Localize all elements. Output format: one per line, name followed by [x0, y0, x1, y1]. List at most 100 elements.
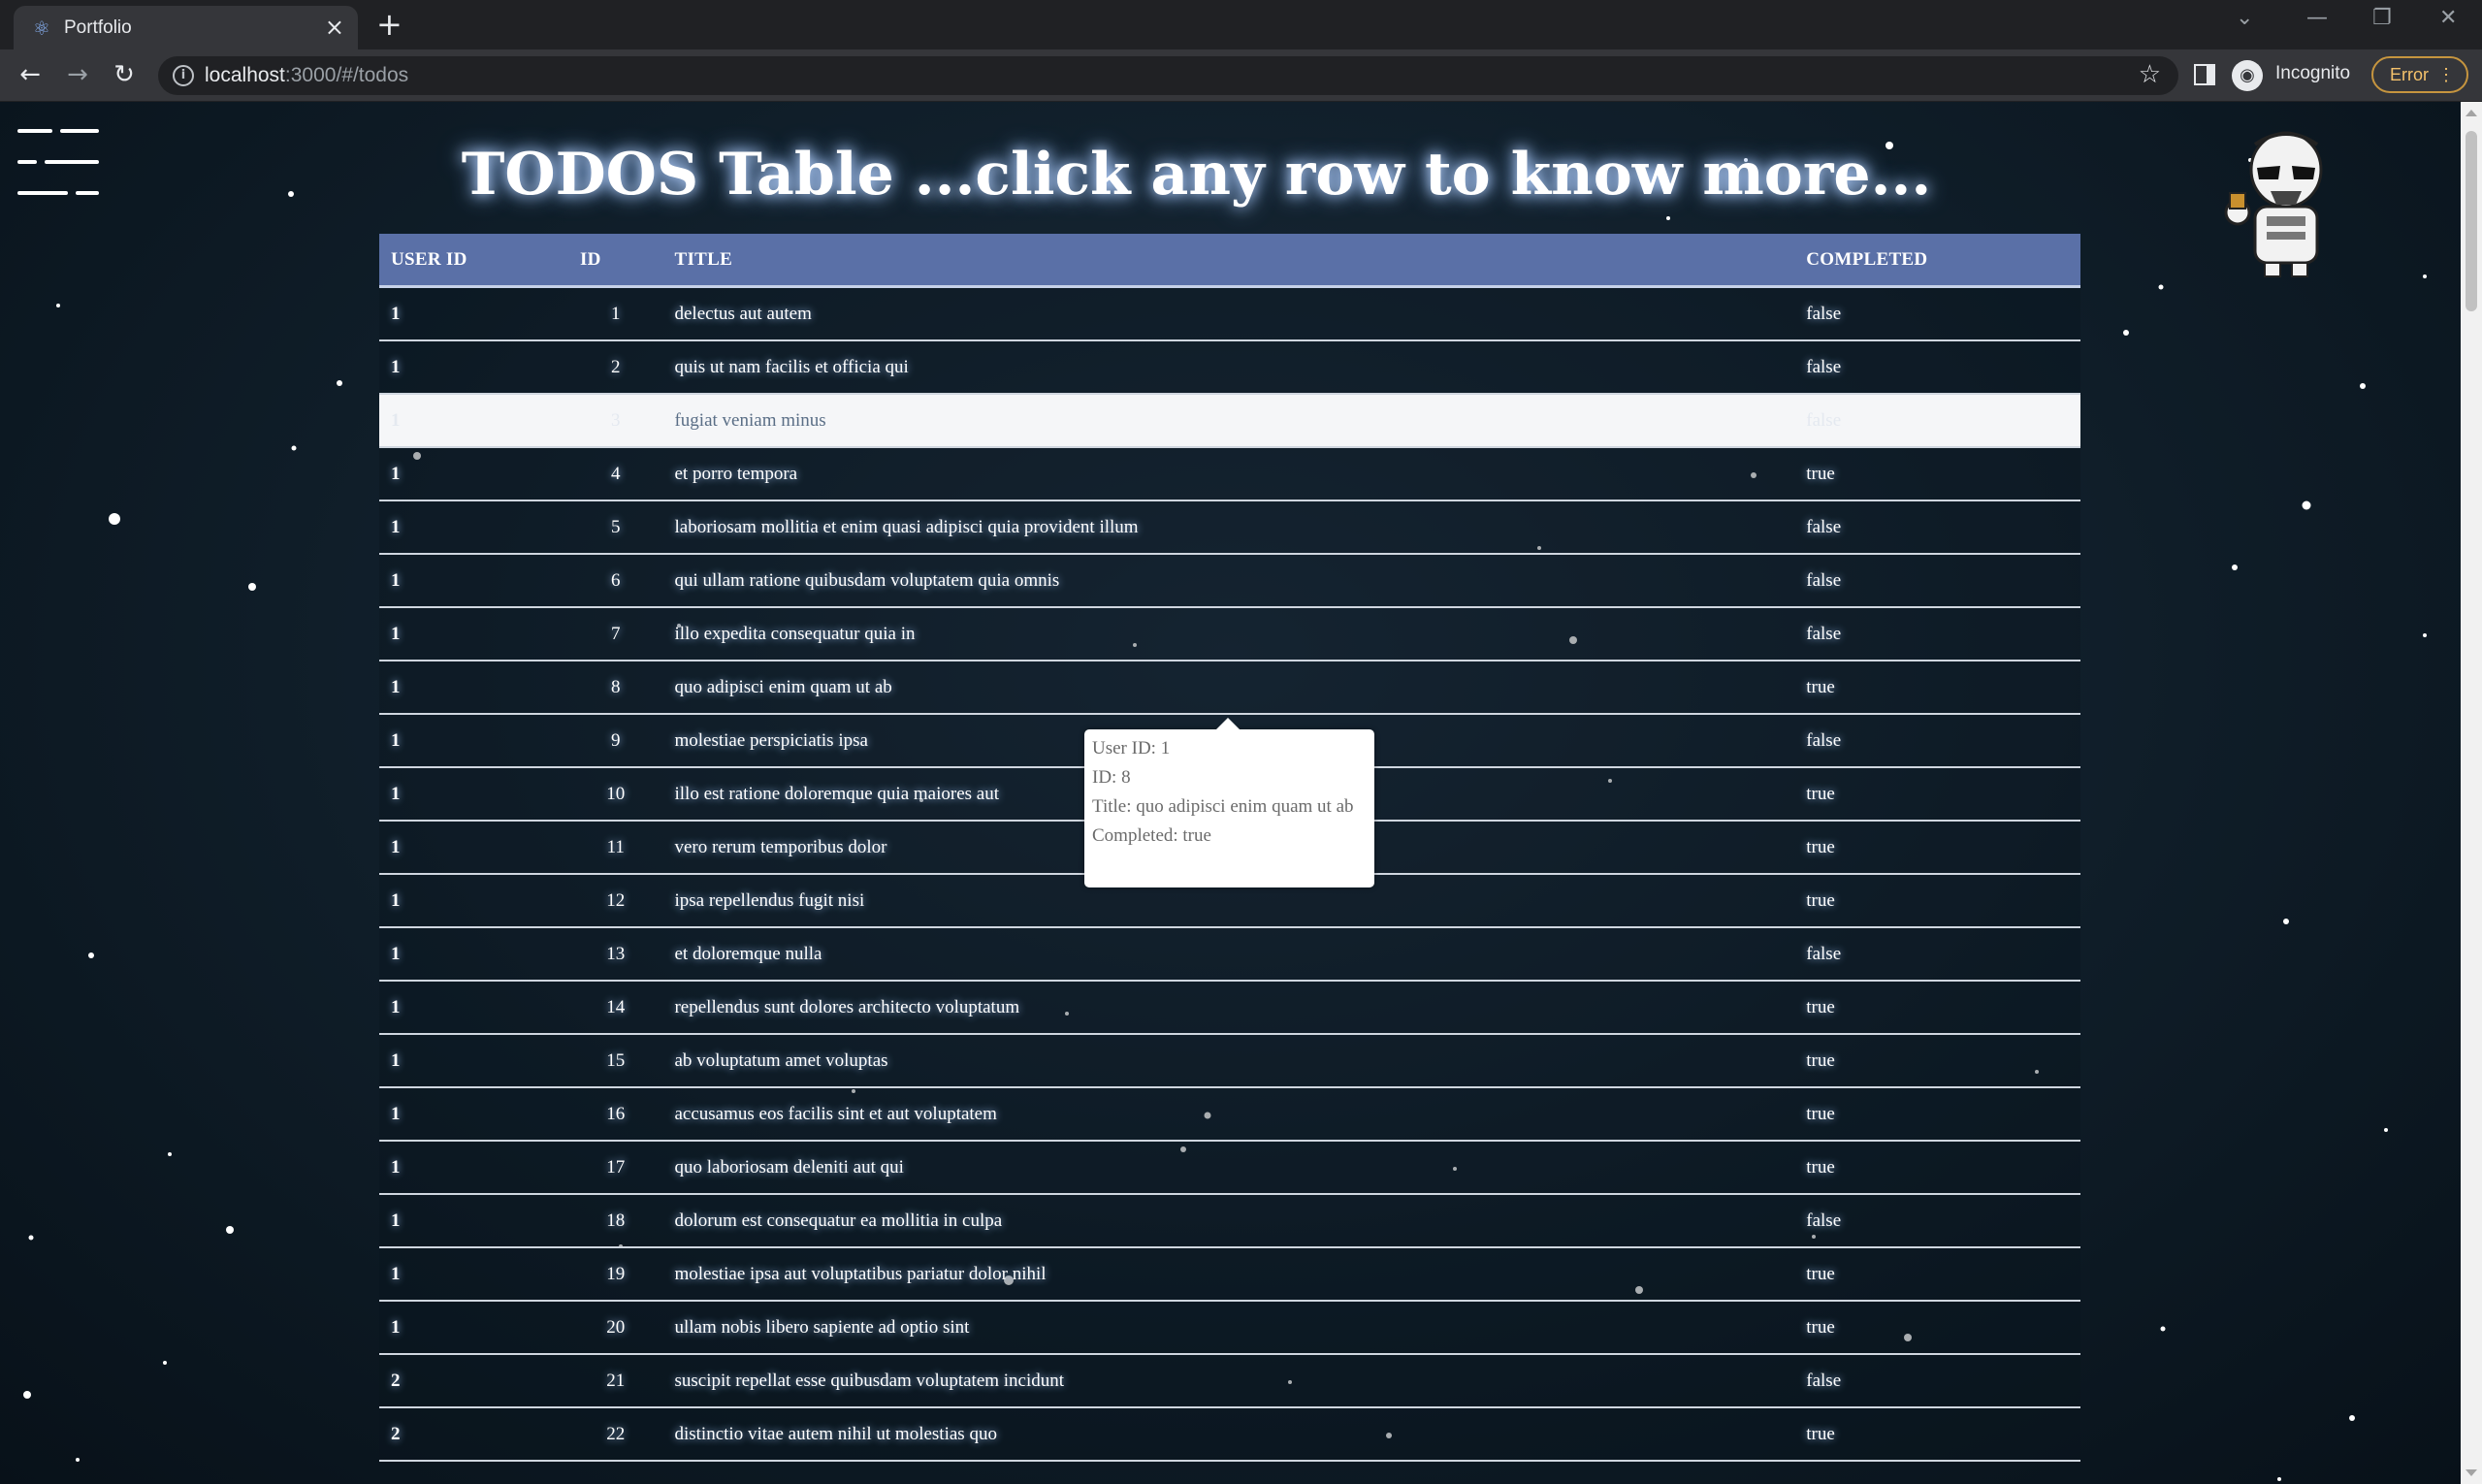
- browser-toolbar: ← → ↻ i localhost:3000/#/todos ☆ ◉ Incog…: [0, 49, 2482, 102]
- cell-title: distinctio vitae autem nihil ut molestia…: [662, 1407, 1795, 1462]
- table-row[interactable]: 1 1 delectus aut autem false: [379, 286, 2080, 341]
- cell-id: 16: [567, 1087, 663, 1142]
- cell-user-id: 1: [379, 340, 568, 395]
- cell-id: 10: [567, 767, 663, 822]
- table-row[interactable]: 1 19 molestiae ipsa aut voluptatibus paria…: [379, 1247, 2080, 1302]
- site-info-icon[interactable]: i: [173, 65, 194, 86]
- new-tab-icon[interactable]: +: [376, 8, 403, 41]
- cell-user-id: 1: [379, 714, 568, 768]
- cell-user-id: 1: [379, 1141, 568, 1195]
- cell-user-id: 1: [379, 874, 568, 928]
- cell-title: dolorum est consequatur ea mollitia in c…: [662, 1194, 1795, 1248]
- row-details-tooltip: User ID: 1 ID: 8 Title: quo adipisci eni…: [1084, 718, 1374, 887]
- column-header-user-id[interactable]: USER ID: [379, 234, 568, 288]
- url-text[interactable]: localhost:3000/#/todos: [205, 64, 408, 87]
- cell-title: qui ullam ratione quibusdam voluptatem q…: [662, 554, 1795, 608]
- cell-user-id: 1: [379, 1034, 568, 1088]
- table-row[interactable]: 1 3 fugiat veniam minus false: [379, 394, 2080, 448]
- address-bar[interactable]: i localhost:3000/#/todos ☆: [158, 56, 2178, 95]
- cell-id: 18: [567, 1194, 663, 1248]
- table-row[interactable]: 1 16 accusamus eos facilis sint et aut vol…: [379, 1087, 2080, 1142]
- table-row[interactable]: 1 14 repellendus sunt dolores architecto v…: [379, 981, 2080, 1035]
- tooltip-title: Title: quo adipisci enim quam ut ab: [1092, 796, 1354, 817]
- cell-completed: true: [1794, 981, 2080, 1035]
- incognito-icon[interactable]: ◉: [2232, 60, 2263, 91]
- cell-id: 7: [567, 607, 663, 661]
- scrollbar-thumb[interactable]: [2466, 131, 2477, 311]
- cell-completed: true: [1794, 821, 2080, 875]
- close-window-icon[interactable]: ✕: [2439, 6, 2457, 30]
- cell-user-id: 1: [379, 286, 568, 341]
- cell-title: quo adipisci enim quam ut ab: [662, 661, 1795, 715]
- table-row[interactable]: 1 7 illo expedita consequatur quia in false: [379, 607, 2080, 661]
- stormtrooper-avatar-icon[interactable]: [2216, 123, 2352, 278]
- minimize-icon[interactable]: —: [2306, 6, 2328, 30]
- cell-user-id: 1: [379, 661, 568, 715]
- cell-id: 20: [567, 1301, 663, 1355]
- column-header-id[interactable]: ID: [567, 234, 663, 288]
- cell-title: accusamus eos facilis sint et aut volupt…: [662, 1087, 1795, 1142]
- column-header-title[interactable]: TITLE: [662, 234, 1795, 288]
- close-tab-icon[interactable]: ×: [325, 14, 344, 41]
- table-row[interactable]: 1 2 quis ut nam facilis et officia qui fals…: [379, 340, 2080, 395]
- reload-icon[interactable]: ↻: [108, 58, 141, 91]
- cell-title: suscipit repellat esse quibusdam volupta…: [662, 1354, 1795, 1408]
- cell-title: fugiat veniam minus: [662, 394, 1795, 448]
- scroll-down-icon[interactable]: [2466, 1469, 2477, 1476]
- table-row[interactable]: 1 13 et doloremque nulla false: [379, 927, 2080, 982]
- cell-completed: false: [1794, 1354, 2080, 1408]
- table-row[interactable]: 1 18 dolorum est consequatur ea mollitia i…: [379, 1194, 2080, 1248]
- cell-user-id: 1: [379, 1087, 568, 1142]
- cell-user-id: 1: [379, 927, 568, 982]
- cell-title: et porro tempora: [662, 447, 1795, 501]
- tab-search-icon[interactable]: ⌄: [2236, 6, 2253, 30]
- cell-id: 14: [567, 981, 663, 1035]
- cell-id: 6: [567, 554, 663, 608]
- restore-icon[interactable]: ❐: [2372, 6, 2392, 30]
- cell-completed: true: [1794, 1301, 2080, 1355]
- cell-completed: false: [1794, 1194, 2080, 1248]
- cell-completed: true: [1794, 1247, 2080, 1302]
- cell-user-id: 1: [379, 821, 568, 875]
- table-row[interactable]: 1 17 quo laboriosam deleniti aut qui true: [379, 1141, 2080, 1195]
- side-panel-icon[interactable]: [2194, 64, 2215, 85]
- cell-completed: false: [1794, 554, 2080, 608]
- cell-title: repellendus sunt dolores architecto volu…: [662, 981, 1795, 1035]
- browser-tab[interactable]: ⚛ Portfolio ×: [14, 6, 358, 49]
- table-row[interactable]: 2 21 suscipit repellat esse quibusdam volu…: [379, 1354, 2080, 1408]
- table-row[interactable]: 1 20 ullam nobis libero sapiente ad optio …: [379, 1301, 2080, 1355]
- cell-user-id: 1: [379, 607, 568, 661]
- hamburger-menu-icon[interactable]: [17, 129, 99, 195]
- cell-completed: true: [1794, 1407, 2080, 1462]
- more-menu-icon[interactable]: ⋮: [2437, 58, 2455, 91]
- column-header-completed[interactable]: COMPLETED: [1794, 234, 2080, 288]
- table-row[interactable]: 1 5 laboriosam mollitia et enim quasi adip…: [379, 500, 2080, 555]
- forward-icon[interactable]: →: [61, 58, 94, 91]
- cell-user-id: 2: [379, 1407, 568, 1462]
- cell-id: 8: [567, 661, 663, 715]
- cell-completed: true: [1794, 874, 2080, 928]
- cell-title: laboriosam mollitia et enim quasi adipis…: [662, 500, 1795, 555]
- cell-title: ab voluptatum amet voluptas: [662, 1034, 1795, 1088]
- cell-completed: false: [1794, 500, 2080, 555]
- cell-user-id: 1: [379, 554, 568, 608]
- cell-title: delectus aut autem: [662, 286, 1795, 341]
- cell-id: 9: [567, 714, 663, 768]
- table-row[interactable]: 2 22 distinctio vitae autem nihil ut moles…: [379, 1407, 2080, 1462]
- cell-id: 5: [567, 500, 663, 555]
- bookmark-star-icon[interactable]: ☆: [2139, 60, 2161, 89]
- scroll-up-icon[interactable]: [2466, 110, 2477, 116]
- back-icon[interactable]: ←: [14, 58, 47, 91]
- tooltip-id: ID: 8: [1092, 767, 1131, 788]
- table-row[interactable]: 1 15 ab voluptatum amet voluptas true: [379, 1034, 2080, 1088]
- cell-completed: false: [1794, 714, 2080, 768]
- error-button[interactable]: Error ⋮: [2371, 56, 2468, 93]
- page-viewport: TODOS Table ...click any row to know mor…: [0, 102, 2461, 1484]
- cell-title: illo expedita consequatur quia in: [662, 607, 1795, 661]
- table-row[interactable]: 1 6 qui ullam ratione quibusdam voluptatem…: [379, 554, 2080, 608]
- cell-id: 15: [567, 1034, 663, 1088]
- table-row[interactable]: 1 4 et porro tempora true: [379, 447, 2080, 501]
- vertical-scrollbar[interactable]: [2461, 102, 2482, 1484]
- table-row[interactable]: 1 8 quo adipisci enim quam ut ab true: [379, 661, 2080, 715]
- cell-id: 2: [567, 340, 663, 395]
